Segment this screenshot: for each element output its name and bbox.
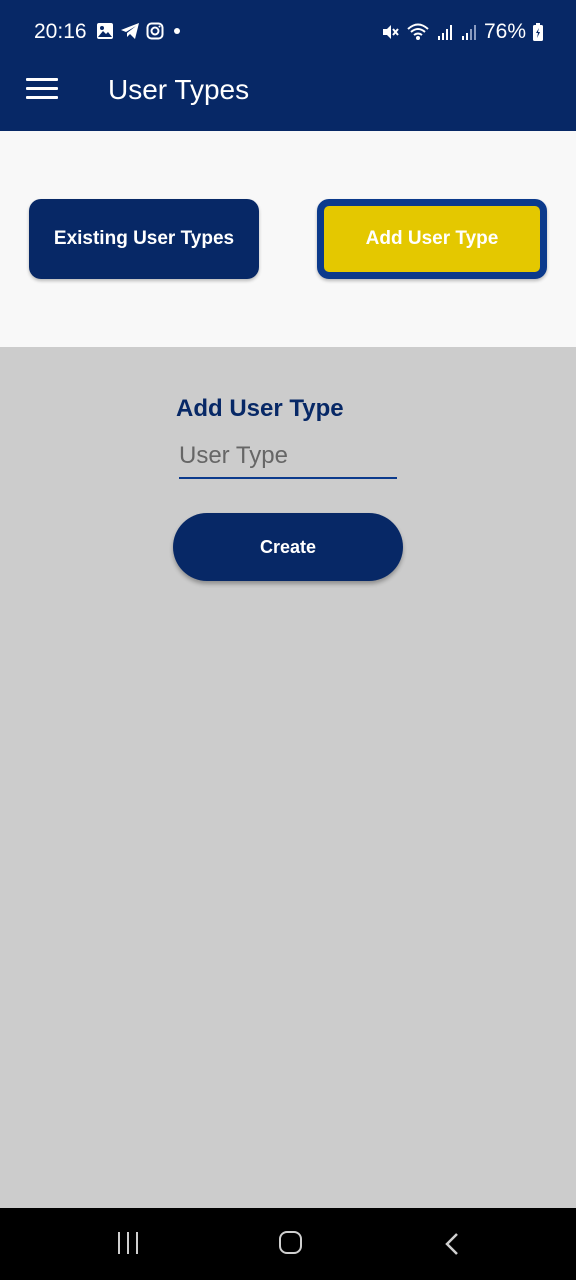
wifi-icon [407,23,429,40]
dot-icon [174,28,180,34]
hamburger-menu-icon[interactable] [26,78,58,102]
tab-add-user-type[interactable]: Add User Type [317,199,547,279]
notification-icons [96,22,184,40]
user-type-input[interactable] [179,439,397,479]
back-icon[interactable] [443,1232,461,1256]
system-nav-bar [0,1208,576,1280]
gallery-icon [97,23,113,39]
app-bar: 20:16 76% User Types [0,0,576,131]
battery-icon [533,23,543,41]
status-bar: 20:16 76% [0,0,576,64]
battery-percent: 76% [483,20,526,43]
create-button[interactable]: Create [173,513,403,581]
form-title: Add User Type [176,395,344,422]
tab-existing-user-types[interactable]: Existing User Types [29,199,259,279]
telegram-icon [121,23,139,39]
page-title: User Types [108,74,250,105]
tabs-area: Existing User Types Add User Type [0,131,576,347]
instagram-icon [146,22,164,40]
status-right: 76% [380,20,544,44]
mute-icon [382,25,399,39]
signal-icon [437,25,452,40]
signal-icon-2 [461,25,476,40]
recents-icon[interactable] [118,1232,138,1254]
status-time: 20:16 [34,20,87,43]
home-icon[interactable] [279,1231,302,1254]
